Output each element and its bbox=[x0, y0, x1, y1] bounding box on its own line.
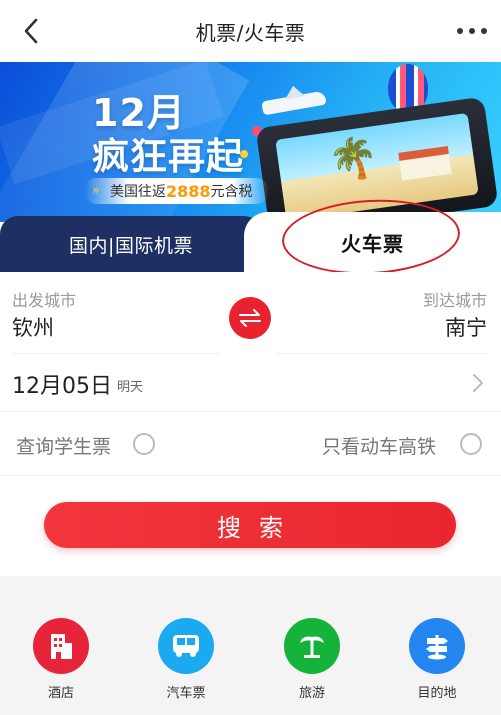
more-icon[interactable] bbox=[457, 18, 487, 44]
nav-hotel-label: 酒店 bbox=[47, 686, 74, 701]
signpost-icon bbox=[409, 618, 465, 674]
depart-label: 出发城市 bbox=[12, 291, 77, 310]
promo-suffix: 元含税 bbox=[210, 184, 253, 200]
app-root: 机票/火车票 🌴 12月 疯狂再起 美国往返 2888 元含税 » 国内|国际机票 … bbox=[0, 0, 501, 715]
swap-icon bbox=[239, 309, 261, 327]
bus-icon bbox=[158, 618, 214, 674]
student-ticket-radio[interactable] bbox=[133, 433, 155, 455]
search-button[interactable]: 搜索 bbox=[44, 502, 456, 548]
back-icon[interactable] bbox=[14, 13, 50, 49]
chevron-right-icon[interactable] bbox=[471, 372, 485, 394]
search-button-label: 搜索 bbox=[217, 513, 301, 542]
nav-bus-label: 汽车票 bbox=[166, 686, 206, 701]
nav-travel-label: 旅游 bbox=[298, 686, 325, 701]
hotel-icon bbox=[33, 618, 89, 674]
arrows-icon: » bbox=[92, 183, 100, 198]
page-title: 机票/火车票 bbox=[195, 20, 306, 45]
tab-flights[interactable]: 国内|国际机票 bbox=[0, 216, 262, 272]
nav-destination-label: 目的地 bbox=[417, 686, 457, 701]
top-bar: 机票/火车票 bbox=[0, 0, 501, 62]
high-speed-only-radio[interactable] bbox=[460, 433, 482, 455]
promo-price: 2888 bbox=[166, 181, 211, 201]
date-field[interactable]: 12月05日 bbox=[12, 368, 112, 400]
promo-text: 美国往返 bbox=[110, 184, 166, 200]
banner-headline-2: 疯狂再起 bbox=[92, 135, 244, 178]
arrive-city[interactable]: 南宁 bbox=[445, 312, 487, 342]
date-note: 明天 bbox=[117, 380, 144, 395]
palm-tree-icon bbox=[284, 618, 340, 674]
nav-destination[interactable]: 目的地 bbox=[397, 618, 477, 702]
nav-hotel[interactable]: 酒店 bbox=[21, 618, 101, 702]
arrive-label: 到达城市 bbox=[422, 291, 487, 310]
student-ticket-label[interactable]: 查询学生票 bbox=[16, 432, 111, 459]
high-speed-only-label[interactable]: 只看动车高铁 bbox=[322, 432, 436, 459]
tab-flights-label: 国内|国际机票 bbox=[69, 234, 193, 257]
nav-bus[interactable]: 汽车票 bbox=[146, 618, 226, 702]
promo-tag: 美国往返 2888 元含税 bbox=[84, 178, 269, 204]
swap-cities-button[interactable] bbox=[229, 297, 271, 339]
nav-travel[interactable]: 旅游 bbox=[272, 618, 352, 702]
depart-city[interactable]: 钦州 bbox=[12, 312, 54, 342]
